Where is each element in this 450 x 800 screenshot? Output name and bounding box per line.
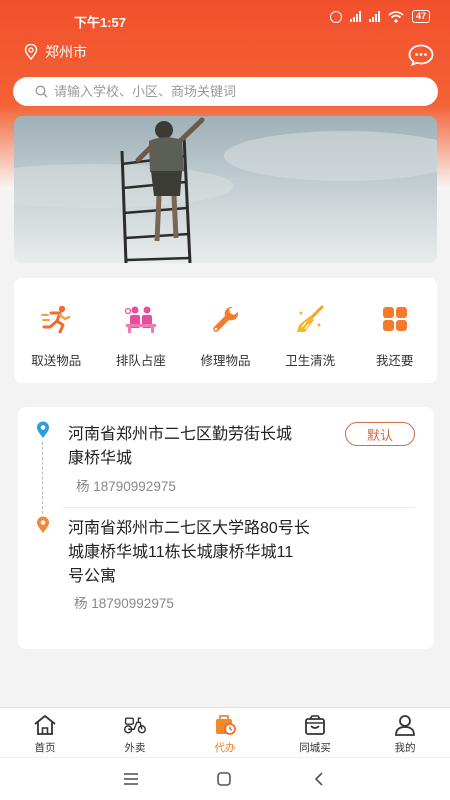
battery-icon: 47 xyxy=(411,10,430,23)
address-line: 城康桥华城11栋长城康桥华城11 xyxy=(68,544,294,561)
status-time: 下午1:57 xyxy=(74,15,127,30)
tab-errand[interactable]: 代办 xyxy=(180,708,270,757)
tab-home[interactable]: 首页 xyxy=(0,708,90,757)
location-pin-icon xyxy=(24,44,38,60)
scooter-icon xyxy=(123,714,147,736)
tab-profile[interactable]: 我的 xyxy=(360,708,450,757)
queue-people-icon xyxy=(124,302,158,336)
tab-label: 代办 xyxy=(214,742,236,754)
user-icon xyxy=(393,714,417,736)
system-nav-bar xyxy=(0,757,450,800)
status-bar: 下午1:57 47 xyxy=(0,0,450,36)
route-dashed-line xyxy=(42,442,43,514)
address-line: 河南省郑州市二七区勤劳街长城 xyxy=(68,426,293,443)
tab-label: 同城买 xyxy=(299,742,331,754)
service-more[interactable]: 我还要 xyxy=(352,278,437,383)
service-label: 取送物品 xyxy=(31,354,82,368)
signal-icon xyxy=(349,11,361,22)
address-line: 河南省郑州市二七区大学路80号长 xyxy=(68,520,310,537)
promo-banner[interactable] xyxy=(14,116,437,263)
service-repair[interactable]: 修理物品 xyxy=(183,278,268,383)
home-button-icon[interactable] xyxy=(215,770,233,788)
service-cleaning[interactable]: 卫生清洗 xyxy=(268,278,353,383)
service-deliver-items[interactable]: 取送物品 xyxy=(14,278,99,383)
shopping-bag-icon xyxy=(303,714,327,736)
pickup-address[interactable]: 河南省郑州市二七区勤劳街长城 康桥华城 xyxy=(68,423,292,471)
service-label: 卫生清洗 xyxy=(285,354,336,368)
wifi-icon xyxy=(388,10,404,23)
grid-more-icon xyxy=(378,302,412,336)
address-divider xyxy=(63,507,415,508)
pickup-pin-icon xyxy=(37,421,49,438)
service-queue-seat[interactable]: 排队占座 xyxy=(99,278,184,383)
status-icons: 47 xyxy=(329,10,430,23)
signal-icon-2 xyxy=(368,11,380,22)
bottom-tab-bar: 首页 外卖 代办 同城买 我的 xyxy=(0,707,450,757)
service-label: 修理物品 xyxy=(200,354,251,368)
address-line: 康桥华城 xyxy=(68,450,133,467)
running-man-icon xyxy=(39,302,73,336)
default-address-button[interactable]: 默认 xyxy=(345,422,415,446)
service-grid: 取送物品 排队占座 修理物品 卫生清洗 我还要 xyxy=(14,278,437,383)
delivery-contact: 杨 18790992975 xyxy=(74,596,174,611)
tab-label: 外卖 xyxy=(124,742,146,754)
pickup-contact: 杨 18790992975 xyxy=(76,479,176,494)
search-icon xyxy=(35,85,48,98)
delivery-pin-icon xyxy=(37,516,49,533)
tab-local-buy[interactable]: 同城买 xyxy=(270,708,360,757)
broom-icon xyxy=(293,302,327,336)
wrench-icon xyxy=(208,302,242,336)
location-selector[interactable]: 郑州市 xyxy=(24,42,87,62)
alarm-icon xyxy=(329,10,342,23)
tab-takeout[interactable]: 外卖 xyxy=(90,708,180,757)
service-label: 我还要 xyxy=(375,354,414,368)
home-icon xyxy=(33,714,57,736)
banner-image xyxy=(14,116,437,263)
city-label: 郑州市 xyxy=(45,44,87,60)
search-input[interactable] xyxy=(54,84,414,99)
address-line: 号公寓 xyxy=(68,568,117,585)
tab-label: 我的 xyxy=(394,742,416,754)
back-icon[interactable] xyxy=(310,770,328,788)
menu-icon[interactable] xyxy=(122,770,140,788)
service-label: 排队占座 xyxy=(115,354,166,368)
message-icon[interactable] xyxy=(408,44,434,66)
search-bar[interactable] xyxy=(13,77,438,106)
tab-label: 首页 xyxy=(34,742,56,754)
delivery-address[interactable]: 河南省郑州市二七区大学路80号长 城康桥华城11栋长城康桥华城11 号公寓 xyxy=(68,517,310,589)
errand-icon xyxy=(213,714,237,736)
